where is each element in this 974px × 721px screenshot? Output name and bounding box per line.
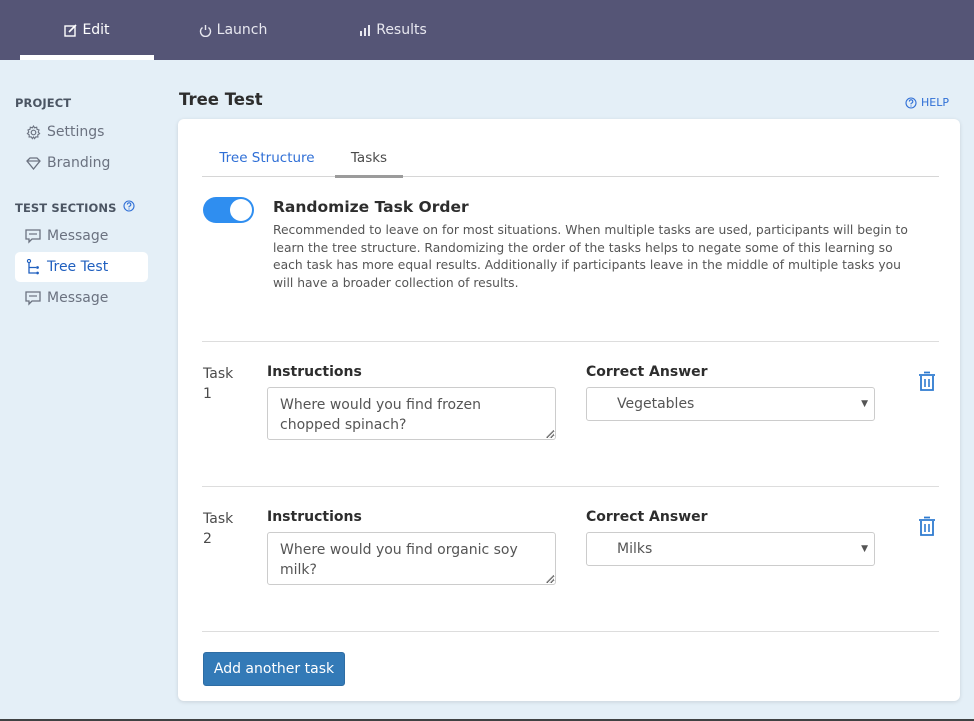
add-task-button[interactable]: Add another task: [203, 652, 345, 686]
correct-answer-label: Correct Answer: [586, 364, 708, 380]
sidebar-item-message-1[interactable]: Message: [15, 221, 148, 251]
sidebar-item-label: Message: [47, 290, 109, 306]
correct-answer-select[interactable]: Vegetables ▼: [586, 387, 875, 421]
instructions-label: Instructions: [267, 364, 362, 380]
divider: [202, 631, 939, 632]
tasks-card: Tree Structure Tasks Randomize Task Orde…: [178, 119, 960, 701]
page-title: Tree Test: [179, 90, 263, 109]
divider: [202, 486, 939, 487]
tab-edit-label: Edit: [82, 22, 110, 38]
sidebar-item-settings[interactable]: Settings: [15, 117, 148, 147]
project-heading: PROJECT: [15, 96, 71, 110]
content-tabs: Tree Structure Tasks: [202, 139, 939, 178]
power-icon: [199, 24, 212, 37]
tab-results-label: Results: [376, 22, 427, 38]
gear-icon: [24, 123, 42, 141]
randomize-toggle[interactable]: [203, 197, 254, 223]
delete-task-button[interactable]: [916, 369, 938, 393]
help-label: HELP: [921, 96, 949, 109]
selected-answer: Milks: [617, 541, 653, 557]
tree-icon: [24, 258, 42, 276]
instructions-text: Where would you find frozen chopped spin…: [280, 397, 481, 433]
top-nav: Edit Launch Results: [0, 0, 974, 60]
task-row: Task 1 Instructions Correct Answer Where…: [202, 364, 939, 464]
task-label: Task 1: [203, 366, 234, 402]
randomize-description: Recommended to leave on for most situati…: [273, 223, 908, 290]
resize-handle[interactable]: [546, 575, 554, 583]
correct-answer-label: Correct Answer: [586, 509, 708, 525]
trash-icon: [919, 516, 935, 536]
correct-answer-select[interactable]: Milks ▼: [586, 532, 875, 566]
message-icon: [24, 227, 42, 245]
help-circle-icon: [905, 96, 917, 109]
project-heading-label: PROJECT: [15, 96, 72, 110]
sidebar-item-tree-test[interactable]: Tree Test: [15, 252, 148, 282]
tab-results[interactable]: Results: [326, 0, 460, 60]
sidebar-item-label: Message: [47, 228, 109, 244]
caret-down-icon: ▼: [861, 399, 868, 409]
instructions-label: Instructions: [267, 509, 362, 525]
message-icon: [24, 289, 42, 307]
tab-edit[interactable]: Edit: [20, 0, 154, 60]
resize-handle[interactable]: [546, 430, 554, 438]
task-row: Task 2 Instructions Correct Answer Where…: [202, 509, 939, 609]
caret-down-icon: ▼: [861, 544, 868, 554]
selected-answer: Vegetables: [617, 396, 695, 412]
randomize-title: Randomize Task Order: [273, 198, 469, 216]
sidebar-item-label: Tree Test: [47, 259, 109, 275]
sidebar-item-label: Settings: [47, 124, 105, 140]
tab-tree-structure[interactable]: Tree Structure: [202, 139, 332, 177]
sidebar-item-label: Branding: [47, 155, 111, 171]
toggle-knob: [230, 199, 252, 221]
edit-icon: [64, 23, 78, 37]
help-link[interactable]: HELP: [905, 96, 949, 109]
help-circle-icon[interactable]: [122, 200, 135, 215]
test-sections-heading: TEST SECTIONS: [15, 200, 135, 215]
test-sections-label: TEST SECTIONS: [15, 200, 117, 215]
delete-task-button[interactable]: [916, 514, 938, 538]
instructions-text: Where would you find organic soy milk?: [280, 542, 518, 578]
tab-tasks[interactable]: Tasks: [335, 139, 403, 178]
diamond-icon: [24, 154, 42, 172]
task-label: Task 2: [203, 511, 234, 547]
sidebar-item-branding[interactable]: Branding: [15, 148, 148, 178]
instructions-textarea[interactable]: Where would you find organic soy milk?: [267, 532, 556, 585]
divider: [202, 341, 939, 342]
tab-launch[interactable]: Launch: [166, 0, 300, 60]
bar-chart-icon: [359, 24, 371, 37]
trash-icon: [919, 371, 935, 391]
instructions-textarea[interactable]: Where would you find frozen chopped spin…: [267, 387, 556, 440]
sidebar-item-message-2[interactable]: Message: [15, 283, 148, 313]
tab-launch-label: Launch: [216, 22, 268, 38]
